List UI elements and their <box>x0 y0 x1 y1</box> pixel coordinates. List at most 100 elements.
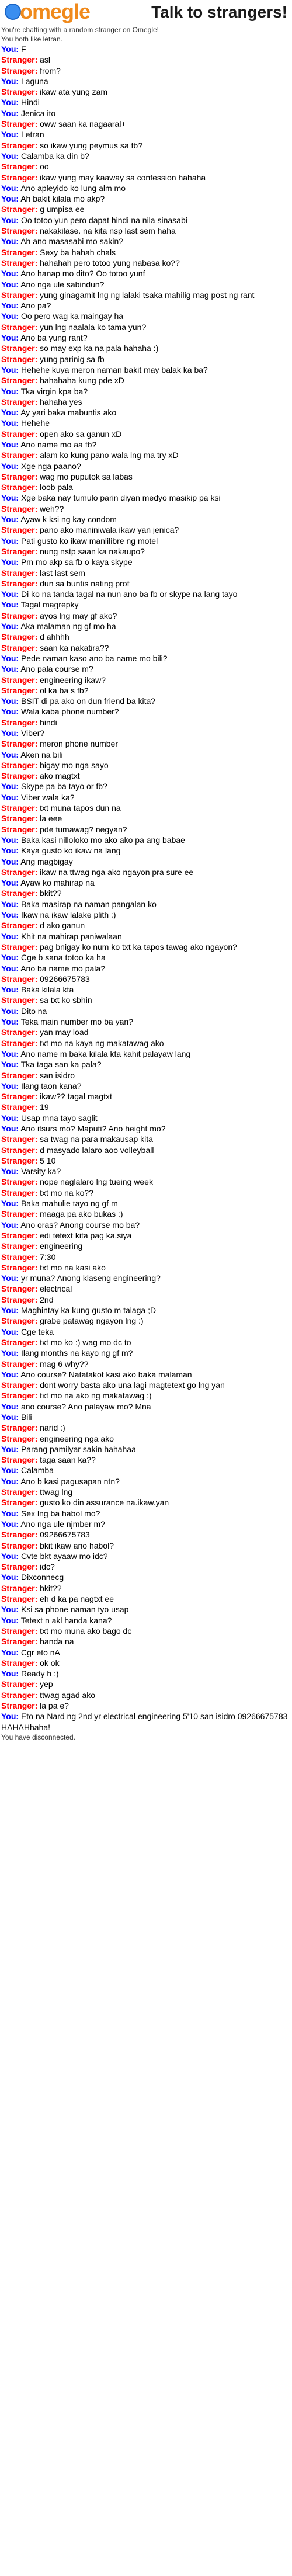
message-text: hahaha yes <box>40 397 82 407</box>
message-text: 19 <box>40 1102 49 1112</box>
message-text: Cge teka <box>20 1327 54 1336</box>
speaker-you: You: <box>1 1647 19 1657</box>
speaker-stranger: Stranger: <box>1 1637 38 1647</box>
chat-message: Stranger: g umpisa ee <box>1 204 291 214</box>
speaker-stranger: Stranger: <box>1 675 38 685</box>
chat-message: You: Sex lng ba habol mo? <box>1 1508 291 1519</box>
message-text: gusto ko din assurance na.ikaw.yan <box>40 1498 169 1508</box>
chat-message: You: Cge teka <box>1 1327 291 1337</box>
message-text: Ah bakit kilala mo akp? <box>20 194 105 204</box>
speaker-you: You: <box>1 1199 19 1209</box>
omegle-logo[interactable]: omegle <box>2 0 119 23</box>
chat-message: You: Ayaw ko mahirap na <box>1 877 291 888</box>
speaker-you: You: <box>1 130 19 140</box>
chat-message: Stranger: 7:30 <box>1 1252 291 1262</box>
message-text: Ayaw ko mahirap na <box>20 878 95 888</box>
chat-message: You: Laguna <box>1 76 291 86</box>
speaker-you: You: <box>1 664 19 674</box>
chat-message: Stranger: weh?? <box>1 504 291 514</box>
chat-message: Stranger: txt mo muna ako bago dc <box>1 1626 291 1636</box>
speaker-you: You: <box>1 1412 19 1422</box>
chat-message: Stranger: ikaw?? tagal magtxt <box>1 1091 291 1102</box>
message-text: Tagal magrepky <box>20 600 79 610</box>
chat-message: Stranger: txt mo na kaya ng makatawag ak… <box>1 1038 291 1049</box>
speaker-stranger: Stranger: <box>1 119 38 129</box>
chat-message: Stranger: hahahaha kung pde xD <box>1 375 291 386</box>
message-text: Baka kasi nilloloko mo ako ako pa ang ba… <box>20 835 185 845</box>
chat-message: Stranger: la pa e? <box>1 1700 291 1711</box>
chat-message: Stranger: nung nstp saan ka nakaupo? <box>1 546 291 557</box>
chat-message: Stranger: 2nd <box>1 1294 291 1305</box>
message-text: Tetext n akl handa kana? <box>20 1615 112 1625</box>
message-text: alam ko kung pano wala lng ma try xD <box>40 450 179 460</box>
speaker-you: You: <box>1 1369 19 1379</box>
message-text: Viber? <box>20 728 45 738</box>
chat-message: Stranger: asl <box>1 54 291 65</box>
message-text: san isidro <box>40 1070 75 1080</box>
chat-message: Stranger: engineering <box>1 1241 291 1251</box>
speaker-stranger: Stranger: <box>1 942 38 952</box>
message-text: Cvte bkt ayaaw mo idc? <box>20 1551 108 1561</box>
chat-message: Stranger: d ako ganun <box>1 920 291 931</box>
message-text: ikaw ata yung zam <box>40 87 108 97</box>
message-text: Pm mo akp sa fb o kaya skype <box>20 557 133 567</box>
speaker-you: You: <box>1 1401 19 1411</box>
message-text: d ahhhh <box>40 632 69 642</box>
speaker-stranger: Stranger: <box>1 1027 38 1037</box>
chat-message: Stranger: from? <box>1 65 291 76</box>
speaker-stranger: Stranger: <box>1 1498 38 1508</box>
chat-message: You: Pm mo akp sa fb o kaya skype <box>1 557 291 567</box>
message-text: txt mo na kasi ako <box>40 1262 106 1272</box>
chat-message: Stranger: so ikaw yung peymus sa fb? <box>1 140 291 151</box>
chat-message: Stranger: ol ka ba s fb? <box>1 685 291 696</box>
message-text: nakakilase. na kita nsp last sem haha <box>40 226 176 236</box>
chat-message: You: Hehehe kuya meron naman bakit may b… <box>1 364 291 375</box>
speaker-stranger: Stranger: <box>1 1530 38 1540</box>
chat-message: Stranger: pano ako maniniwala ikaw yan j… <box>1 525 291 535</box>
message-text: hahahah pero totoo yung nabasa ko?? <box>40 258 180 268</box>
speaker-stranger: Stranger: <box>1 1188 38 1197</box>
chat-message: You: Bili <box>1 1412 291 1422</box>
message-text: la pa e? <box>40 1701 69 1711</box>
chat-message: You: Ano pa? <box>1 300 291 311</box>
message-text: so may exp ka na pala hahaha :) <box>40 343 159 353</box>
chat-message: Stranger: engineering ikaw? <box>1 675 291 685</box>
chat-message: You: Teka main number mo ba yan? <box>1 1016 291 1027</box>
chat-message: Stranger: open ako sa ganun xD <box>1 429 291 439</box>
speaker-you: You: <box>1 76 19 86</box>
chat-message: Stranger: bkit?? <box>1 1583 291 1593</box>
speaker-you: You: <box>1 215 19 225</box>
message-text: Ano ba yung rant? <box>20 333 88 343</box>
chat-message: You: Ksi sa phone naman tyo usap <box>1 1604 291 1615</box>
tagline: Talk to strangers! <box>151 3 287 21</box>
speaker-you: You: <box>1 194 19 204</box>
speaker-you: You: <box>1 408 19 418</box>
chat-message: You: Ay yari baka mabuntis ako <box>1 407 291 418</box>
message-text: engineering ikaw? <box>40 675 106 685</box>
message-text: Usap mna tayo saglit <box>20 1113 98 1123</box>
chat-message: Stranger: 09266675783 <box>1 974 291 984</box>
message-text: open ako sa ganun xD <box>40 429 122 439</box>
speaker-you: You: <box>1 1615 19 1625</box>
speaker-stranger: Stranger: <box>1 397 38 407</box>
message-text: ol ka ba s fb? <box>40 685 89 695</box>
chat-message: You: Ano oras? Anong course mo ba? <box>1 1220 291 1230</box>
message-text: Aka malaman ng gf mo ha <box>20 622 116 631</box>
chat-message: You: Letran <box>1 129 291 140</box>
chat-message: Stranger: 09266675783 <box>1 1529 291 1540</box>
chat-message: Stranger: maaga pa ako bukas :) <box>1 1209 291 1219</box>
speaker-stranger: Stranger: <box>1 343 38 353</box>
speaker-stranger: Stranger: <box>1 888 38 898</box>
message-text: Wala kaba phone number? <box>20 707 119 717</box>
message-text: oo <box>40 162 49 172</box>
chat-message: Stranger: ikaw ata yung zam <box>1 86 291 97</box>
message-text: Ano pa? <box>20 301 51 311</box>
message-text: Pati gusto ko ikaw manlilibre ng motel <box>20 536 158 546</box>
message-text: Di ko na tanda tagal na nun ano ba fb or… <box>20 589 238 599</box>
chat-message: Stranger: hahahah pero totoo yung nabasa… <box>1 258 291 268</box>
speaker-stranger: Stranger: <box>1 258 38 268</box>
message-text: Tka virgin kpa ba? <box>20 386 88 396</box>
chat-message: You: Wala kaba phone number? <box>1 706 291 717</box>
message-text: narid :) <box>40 1423 65 1433</box>
message-text: Sexy ba hahah chals <box>40 247 116 257</box>
